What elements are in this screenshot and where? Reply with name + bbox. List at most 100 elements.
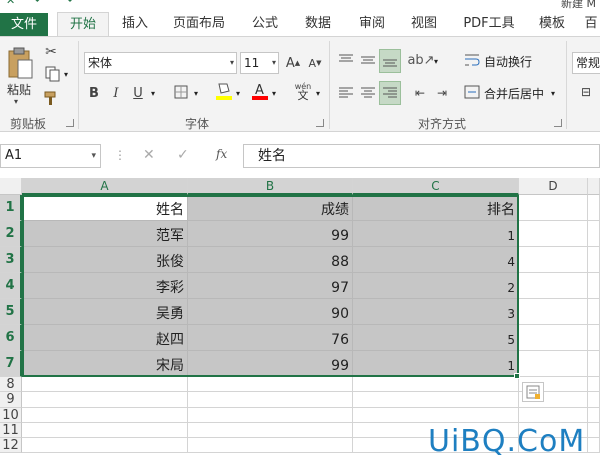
underline-icon[interactable]: U (130, 84, 146, 102)
tab-review[interactable]: 审阅 (352, 12, 392, 37)
cell-E12[interactable] (588, 438, 600, 453)
quick-analysis-button[interactable] (522, 382, 544, 402)
enter-icon[interactable]: ✓ (177, 147, 189, 163)
cell-D3[interactable] (519, 247, 588, 273)
cell-C7[interactable]: 1 (353, 351, 519, 377)
paste-icon[interactable] (5, 45, 35, 81)
cell-E10[interactable] (588, 408, 600, 423)
cell-B3[interactable]: 88 (188, 247, 353, 273)
column-header-a[interactable]: A (22, 178, 188, 195)
align-left-icon[interactable] (336, 83, 356, 103)
format-painter-icon[interactable] (42, 89, 60, 107)
cell-C10[interactable] (353, 408, 519, 423)
increase-font-icon[interactable]: A ▲ (284, 53, 302, 73)
cell-E11[interactable] (588, 423, 600, 438)
borders-dropdown-icon[interactable]: ▾ (194, 89, 198, 98)
font-size-select[interactable]: 11 ▾ (240, 52, 279, 74)
cut-icon[interactable]: ✂ (42, 43, 60, 61)
cell-A2[interactable]: 范军 (22, 221, 188, 247)
row-header-3[interactable]: 3 (0, 247, 22, 273)
formula-input[interactable]: 姓名 (243, 144, 600, 168)
cell-E6[interactable] (588, 325, 600, 351)
font-name-select[interactable]: 宋体 ▾ (84, 52, 237, 74)
phonetic-guide-icon[interactable]: wén 文 (292, 79, 314, 103)
wrap-text-icon[interactable] (463, 51, 481, 69)
cell-B8[interactable] (188, 377, 353, 392)
number-format-select[interactable]: 常规 (572, 52, 600, 74)
wrap-text-button[interactable]: 自动换行 (484, 53, 532, 70)
align-top-icon[interactable] (336, 49, 356, 71)
cell-B9[interactable] (188, 392, 353, 408)
underline-dropdown-icon[interactable]: ▾ (151, 89, 155, 98)
orientation-icon[interactable]: ab↗ (407, 49, 434, 71)
row-header-4[interactable]: 4 (0, 273, 22, 299)
cell-C9[interactable] (353, 392, 519, 408)
cell-C6[interactable]: 5 (353, 325, 519, 351)
align-center-icon[interactable] (358, 83, 378, 103)
cell-B7[interactable]: 99 (188, 351, 353, 377)
column-header-e[interactable] (588, 178, 600, 195)
align-right-icon[interactable] (379, 81, 401, 105)
tab-formulas[interactable]: 公式 (245, 12, 285, 37)
cell-B4[interactable]: 97 (188, 273, 353, 299)
cell-E7[interactable] (588, 351, 600, 377)
cell-B11[interactable] (188, 423, 353, 438)
cell-E5[interactable] (588, 299, 600, 325)
cell-A1[interactable]: 姓名 (22, 195, 188, 221)
copy-icon[interactable] (42, 65, 64, 83)
chevron-down-icon[interactable]: ▾ (14, 97, 18, 106)
clipboard-launcher-icon[interactable] (66, 119, 74, 127)
select-all-corner[interactable] (0, 178, 22, 195)
cell-A6[interactable]: 赵四 (22, 325, 188, 351)
cell-D1[interactable] (519, 195, 588, 221)
paste-button[interactable]: 粘贴 (7, 81, 31, 98)
cell-A3[interactable]: 张俊 (22, 247, 188, 273)
tab-data[interactable]: 数据 (298, 12, 338, 37)
row-header-7[interactable]: 7 (0, 351, 22, 377)
cell-B1[interactable]: 成绩 (188, 195, 353, 221)
cell-D5[interactable] (519, 299, 588, 325)
merge-dropdown-icon[interactable]: ▾ (551, 89, 555, 98)
cell-D4[interactable] (519, 273, 588, 299)
cell-D10[interactable] (519, 408, 588, 423)
cell-A8[interactable] (22, 377, 188, 392)
fill-color-icon[interactable] (214, 81, 234, 101)
font-color-dropdown-icon[interactable]: ▾ (272, 89, 276, 98)
cell-A7[interactable]: 宋局 (22, 351, 188, 377)
align-bottom-icon[interactable] (379, 49, 401, 73)
cell-A9[interactable] (22, 392, 188, 408)
cell-C4[interactable]: 2 (353, 273, 519, 299)
decrease-indent-icon[interactable]: ⇤ (410, 83, 430, 103)
tab-view[interactable]: 视图 (404, 12, 444, 37)
cell-C3[interactable]: 4 (353, 247, 519, 273)
row-header-12[interactable]: 12 (0, 438, 22, 453)
row-header-8[interactable]: 8 (0, 377, 22, 392)
merge-center-button[interactable]: 合并后居中 (484, 85, 544, 102)
cell-C2[interactable]: 1 (353, 221, 519, 247)
cell-D2[interactable] (519, 221, 588, 247)
alignment-launcher-icon[interactable] (554, 119, 562, 127)
cell-E8[interactable] (588, 377, 600, 392)
row-header-2[interactable]: 2 (0, 221, 22, 247)
quick-access-toolbar[interactable]: ✕ ↶ ↷ (6, 0, 81, 7)
column-header-d[interactable]: D (519, 178, 588, 195)
merge-center-icon[interactable] (463, 83, 481, 101)
cell-A5[interactable]: 吴勇 (22, 299, 188, 325)
row-header-1[interactable]: 1 (0, 195, 22, 221)
font-color-icon[interactable]: A (250, 81, 270, 101)
column-header-c[interactable]: C (353, 178, 519, 195)
tab-insert[interactable]: 插入 (113, 12, 157, 37)
increase-indent-icon[interactable]: ⇥ (432, 83, 452, 103)
cell-D6[interactable] (519, 325, 588, 351)
column-header-b[interactable]: B (188, 178, 353, 195)
cell-B5[interactable]: 90 (188, 299, 353, 325)
row-header-10[interactable]: 10 (0, 408, 22, 423)
cell-B6[interactable]: 76 (188, 325, 353, 351)
cell-C1[interactable]: 排名 (353, 195, 519, 221)
fill-color-dropdown-icon[interactable]: ▾ (236, 89, 240, 98)
copy-dropdown-icon[interactable]: ▾ (64, 70, 68, 79)
row-header-5[interactable]: 5 (0, 299, 22, 325)
cell-A11[interactable] (22, 423, 188, 438)
cell-D7[interactable] (519, 351, 588, 377)
tab-templates[interactable]: 模板 (532, 12, 572, 37)
